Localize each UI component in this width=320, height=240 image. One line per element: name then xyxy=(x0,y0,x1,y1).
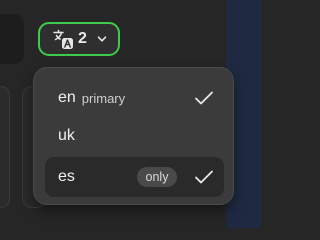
background-card xyxy=(0,86,10,208)
checkmark-icon xyxy=(195,91,213,105)
only-button[interactable]: only xyxy=(137,167,177,187)
menu-item-es[interactable]: es only xyxy=(45,157,224,197)
language-code: es xyxy=(58,168,75,185)
menu-item-uk[interactable]: uk xyxy=(45,116,224,156)
language-code: uk xyxy=(58,127,75,144)
language-count: 2 xyxy=(78,30,87,47)
primary-label: primary xyxy=(81,90,126,106)
language-dropdown-menu: en primary uk es only xyxy=(33,67,234,205)
checkmark-icon xyxy=(195,170,213,184)
language-selector-button[interactable]: 2 xyxy=(38,22,120,56)
language-code: en xyxy=(58,89,76,106)
chevron-down-icon xyxy=(97,36,107,42)
translate-icon xyxy=(53,29,73,49)
menu-item-en[interactable]: en primary xyxy=(45,78,224,118)
background-panel xyxy=(0,14,24,64)
